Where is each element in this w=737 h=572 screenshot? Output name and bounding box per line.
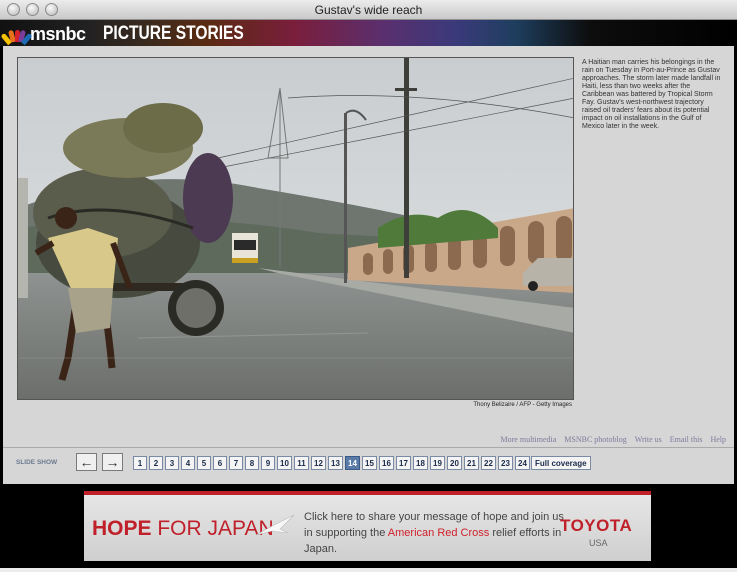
- bottom-edge: [0, 568, 737, 572]
- slide-page-button[interactable]: 1: [133, 456, 147, 470]
- write-us-link[interactable]: Write us: [635, 435, 662, 444]
- slide-page-button[interactable]: 24: [515, 456, 530, 470]
- email-this-link[interactable]: Email this: [670, 435, 703, 444]
- next-slide-button[interactable]: →: [102, 453, 123, 471]
- ad-text: Click here to share your message of hope…: [304, 509, 564, 557]
- msnbc-photoblog-link[interactable]: MSNBC photoblog: [564, 435, 626, 444]
- slide-page-button[interactable]: 8: [245, 456, 259, 470]
- slide-page-button[interactable]: 13: [328, 456, 343, 470]
- arrow-right-icon: →: [105, 454, 120, 470]
- logo-text: msnbc: [30, 24, 86, 44]
- paper-crane-icon: [255, 514, 295, 536]
- slideshow-label: SLIDE SHOW: [16, 459, 58, 466]
- slide-panel: Thony Belizaire / AFP - Getty Images A H…: [3, 46, 734, 484]
- slide-page-button[interactable]: 7: [229, 456, 243, 470]
- slide-page-button[interactable]: 23: [498, 456, 513, 470]
- slideshow-nav: SLIDE SHOW ← → 1 2 3 4 5 6 7 8 9 10 11 12 13 14 15 16 17…: [3, 448, 734, 478]
- msnbc-logo[interactable]: msnbc: [0, 24, 86, 45]
- slide-page-button[interactable]: 17: [396, 456, 411, 470]
- peacock-icon: [0, 28, 33, 45]
- slide-page-button[interactable]: 5: [197, 456, 211, 470]
- slide-page-button[interactable]: 15: [362, 456, 377, 470]
- site-header: msnbc PICTURE STORIES: [0, 20, 737, 46]
- slide-page-button[interactable]: 12: [311, 456, 326, 470]
- photo-credit: Thony Belizaire / AFP - Getty Images: [473, 402, 572, 408]
- toyota-logo: TOYOTA: [560, 516, 633, 535]
- section-title: PICTURE STORIES: [103, 23, 244, 44]
- arrow-left-icon: ←: [79, 454, 94, 470]
- slide-page-button[interactable]: 9: [261, 456, 275, 470]
- slide-page-button[interactable]: 19: [430, 456, 445, 470]
- ad-headline: HOPE FOR JAPAN: [92, 517, 274, 541]
- slide-page-button[interactable]: 16: [379, 456, 394, 470]
- previous-slide-button[interactable]: ←: [76, 453, 97, 471]
- slide-page-button[interactable]: 3: [165, 456, 179, 470]
- slide-page-button[interactable]: 21: [464, 456, 479, 470]
- red-cross-text: American Red Cross: [387, 527, 490, 539]
- slide-page-button[interactable]: 6: [213, 456, 227, 470]
- slide-page-button[interactable]: 20: [447, 456, 462, 470]
- slide-page-button[interactable]: 4: [181, 456, 195, 470]
- full-coverage-button[interactable]: Full coverage: [531, 456, 591, 470]
- slide-page-button[interactable]: 14: [345, 456, 360, 470]
- more-multimedia-link[interactable]: More multimedia: [501, 435, 557, 444]
- window-titlebar: Gustav's wide reach: [0, 0, 737, 20]
- page-numbers: 1234567891011121314151617181920212223242…: [133, 456, 547, 470]
- footer-links: More multimedia MSNBC photoblog Write us…: [501, 435, 726, 444]
- slide-page-button[interactable]: 2: [149, 456, 163, 470]
- slide-photo: [17, 57, 574, 400]
- hope-for-japan-ad[interactable]: HOPE FOR JAPAN Click here to share your …: [84, 491, 651, 561]
- slide-page-button[interactable]: 18: [413, 456, 428, 470]
- help-link[interactable]: Help: [710, 435, 726, 444]
- ad-hope-word: HOPE: [92, 517, 152, 540]
- slide-page-button[interactable]: 10: [277, 456, 292, 470]
- window-title: Gustav's wide reach: [314, 3, 423, 17]
- slide-page-button[interactable]: 22: [481, 456, 496, 470]
- toyota-usa: USA: [589, 538, 608, 548]
- photo-caption: A Haitian man carries his belongings in …: [582, 59, 721, 130]
- slide-page-button[interactable]: 11: [294, 456, 309, 470]
